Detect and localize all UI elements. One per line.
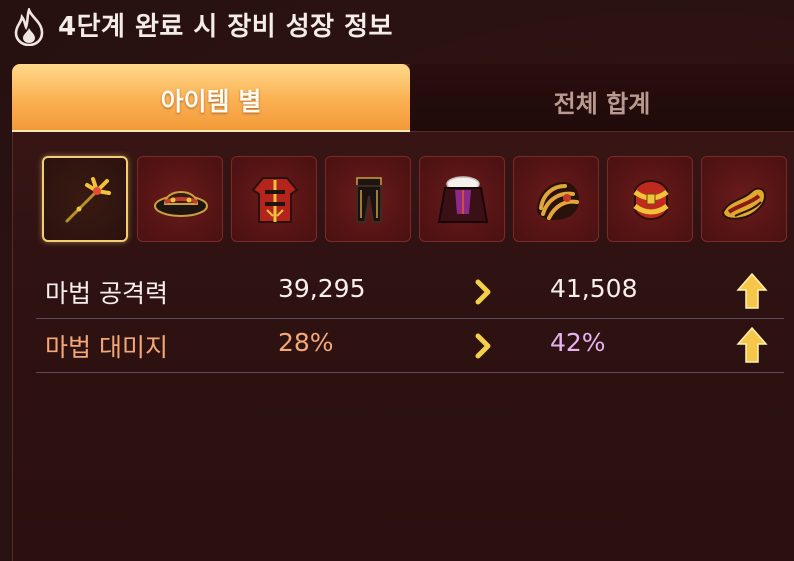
equipment-slot-hat[interactable] — [137, 156, 223, 242]
stat-value-before: 39,295 — [278, 274, 366, 303]
equipment-slot-belt[interactable] — [607, 156, 693, 242]
stat-row-magic-damage: 마법 대미지 28% 42% — [36, 318, 784, 373]
stat-value-before: 28% — [278, 328, 334, 357]
cape-icon — [437, 176, 489, 223]
gloves-icon — [537, 182, 579, 220]
tab-by-item[interactable]: 아이템 별 — [12, 64, 410, 132]
header: 4단계 완료 시 장비 성장 정보 — [0, 0, 794, 52]
arrow-up-icon — [736, 272, 768, 309]
equipment-slot-pants[interactable] — [325, 156, 411, 242]
equipment-slot-gloves[interactable] — [513, 156, 599, 242]
tab-label: 전체 합계 — [553, 90, 651, 118]
equipment-slot-robe[interactable] — [231, 156, 317, 242]
stat-value-after: 41,508 — [550, 274, 638, 303]
equipment-slot-cape[interactable] — [419, 156, 505, 242]
stat-label: 마법 대미지 — [45, 333, 168, 362]
pants-icon — [356, 177, 382, 223]
staff-icon — [63, 177, 111, 225]
shoes-icon — [721, 187, 767, 220]
tab-total-sum[interactable]: 전체 합계 — [410, 64, 794, 132]
stat-value-after: 42% — [550, 328, 606, 357]
arrow-up-icon — [736, 326, 768, 363]
equipment-slot-staff[interactable] — [42, 156, 128, 242]
stat-row-magic-attack: 마법 공격력 39,295 41,508 — [36, 264, 784, 319]
robe-icon — [251, 177, 299, 223]
chevron-right-icon — [475, 279, 491, 305]
belt-icon — [633, 180, 669, 220]
flame-icon — [14, 8, 44, 46]
page-title: 4단계 완료 시 장비 성장 정보 — [58, 12, 393, 42]
tab-label: 아이템 별 — [160, 87, 262, 116]
equipment-slot-shoes[interactable] — [701, 156, 787, 242]
chevron-right-icon — [475, 333, 491, 359]
hat-icon — [154, 191, 208, 217]
equipment-slot-row — [42, 156, 794, 242]
stat-label: 마법 공격력 — [45, 279, 168, 308]
